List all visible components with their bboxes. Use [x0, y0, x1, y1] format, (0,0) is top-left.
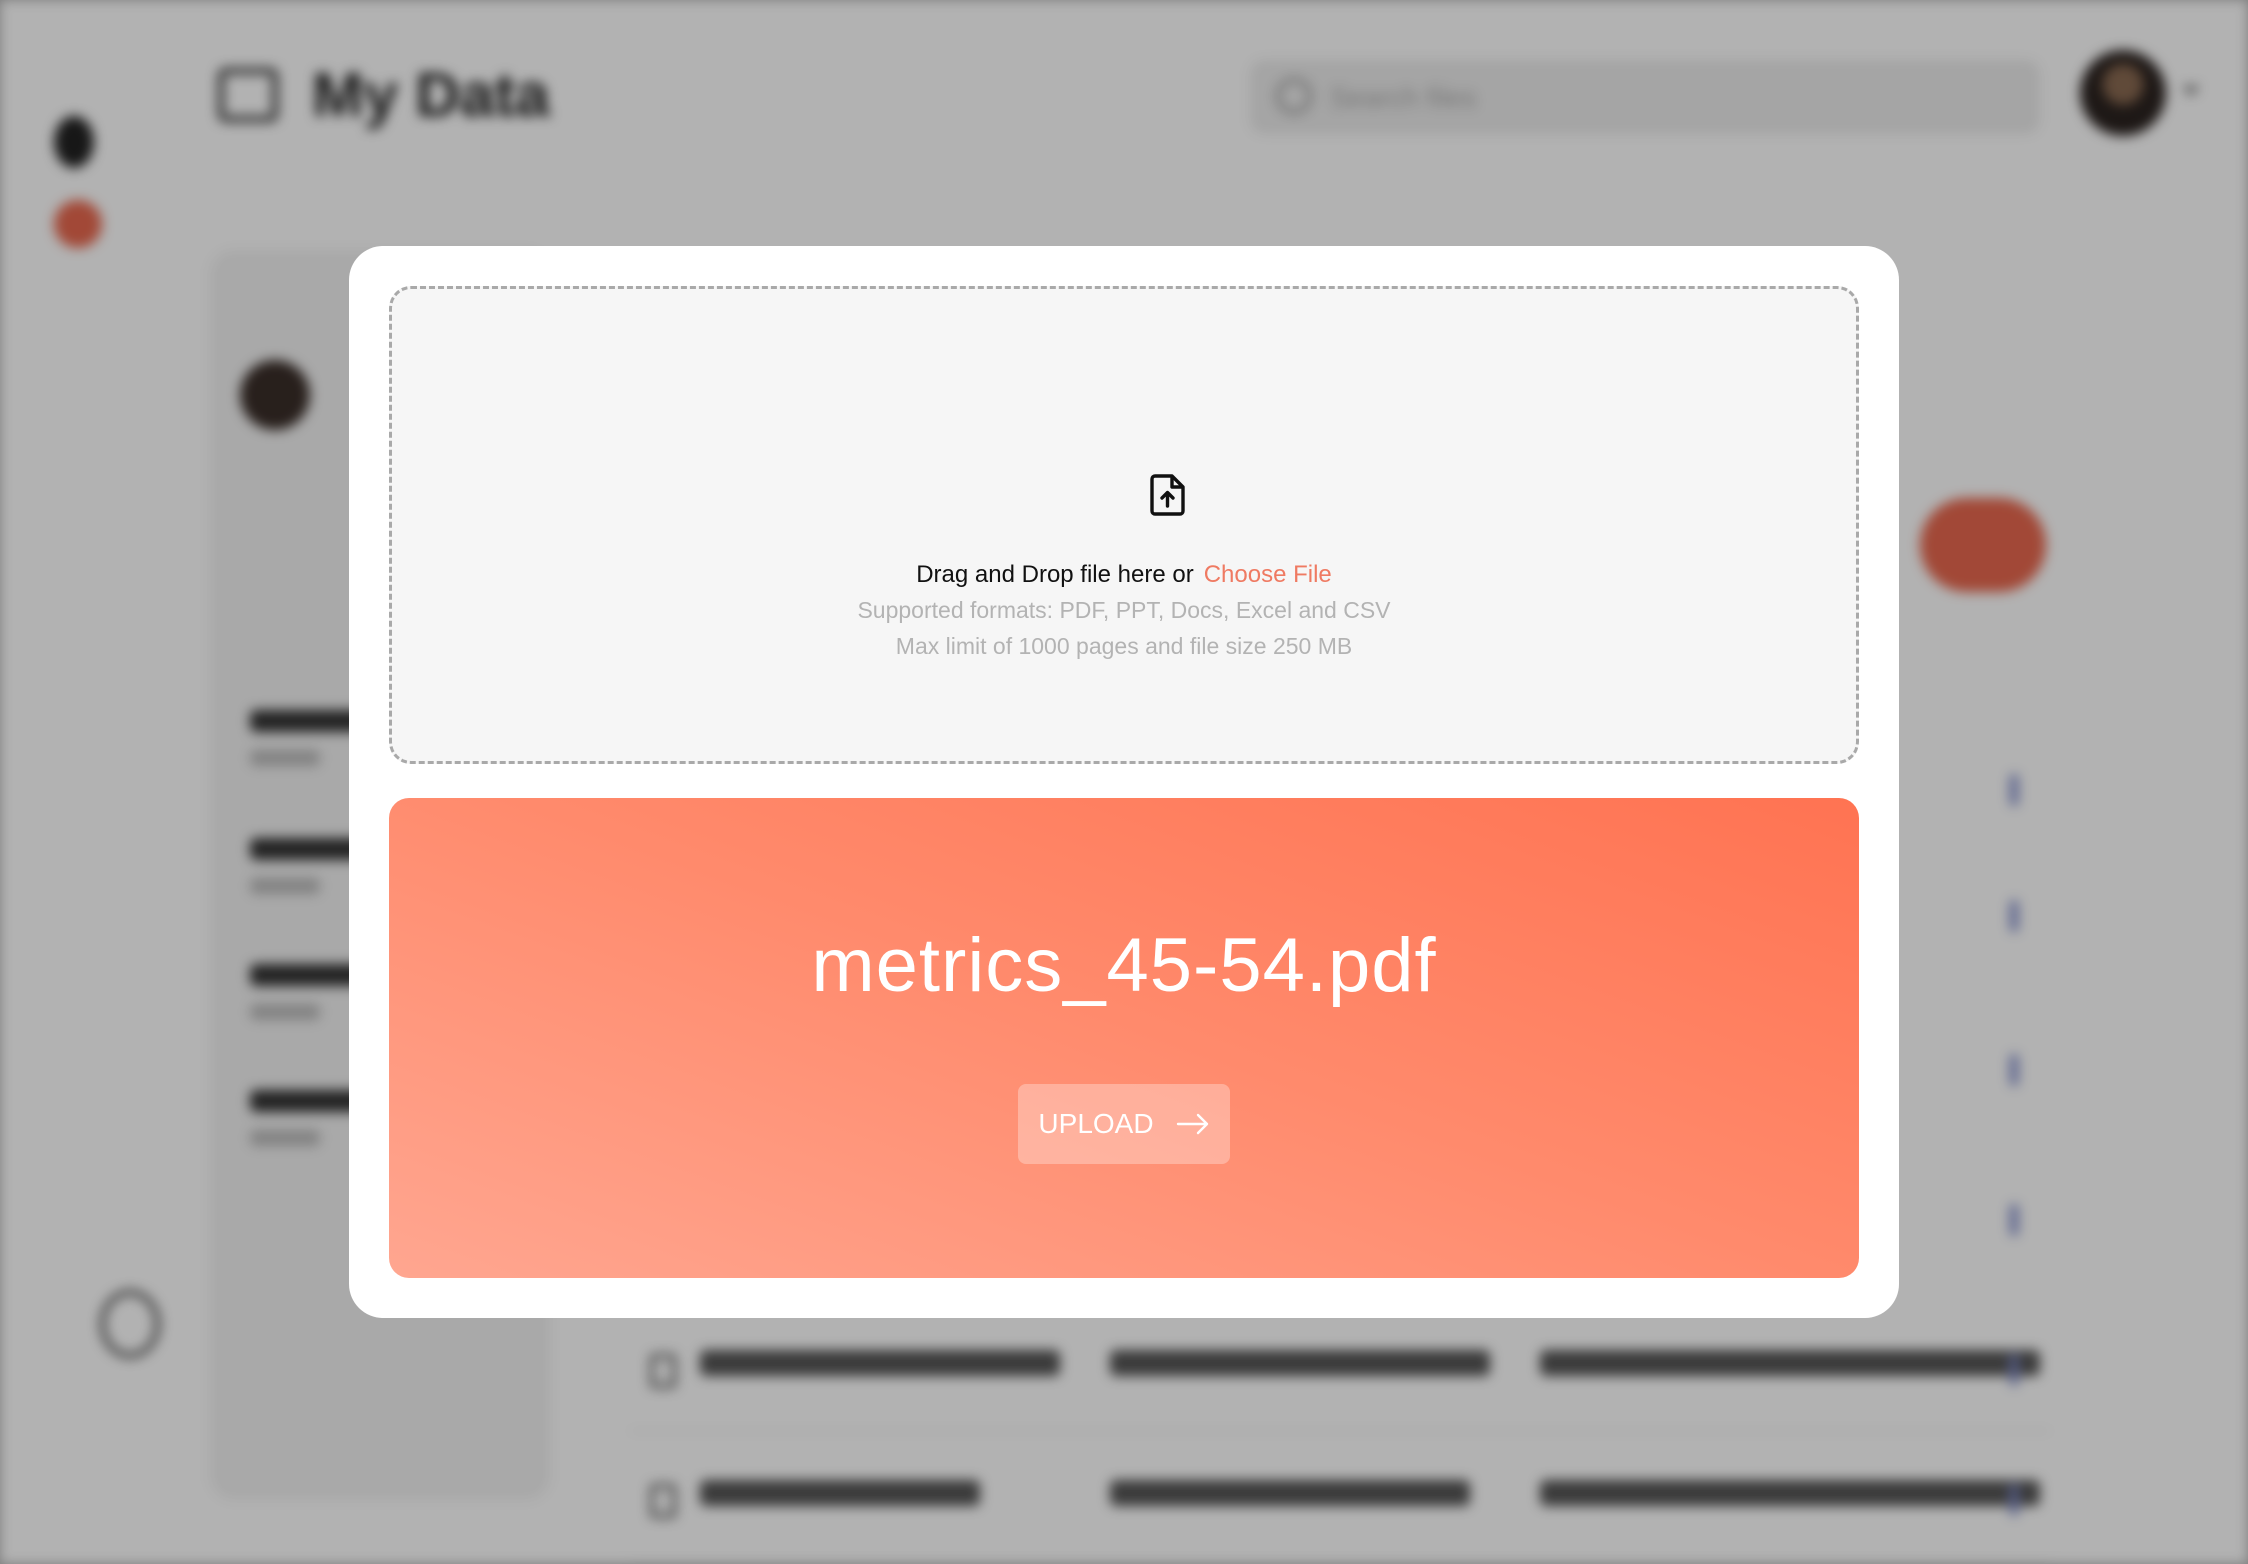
upload-button[interactable]: UPLOAD [1018, 1084, 1230, 1164]
arrow-right-icon [1176, 1113, 1208, 1135]
choose-file-link[interactable]: Choose File [1204, 561, 1332, 588]
upload-modal: Drag and Drop file here or Choose File Su… [349, 246, 1899, 1318]
selected-file-card: metrics_45-54.pdf UPLOAD [389, 798, 1859, 1278]
selected-file-name: metrics_45-54.pdf [811, 923, 1437, 1008]
dropzone-prompt-text: Drag and Drop file here or [916, 561, 1194, 588]
supported-formats-text: Supported formats: PDF, PPT, Docs, Excel… [857, 597, 1391, 623]
max-limit-text: Max limit of 1000 pages and file size 25… [895, 633, 1353, 659]
file-dropzone[interactable]: Drag and Drop file here or Choose File Su… [389, 286, 1859, 764]
dropzone-prompt: Drag and Drop file here or Choose File [392, 561, 1856, 589]
file-upload-icon [1150, 474, 1185, 516]
upload-button-label: UPLOAD [1038, 1108, 1154, 1139]
